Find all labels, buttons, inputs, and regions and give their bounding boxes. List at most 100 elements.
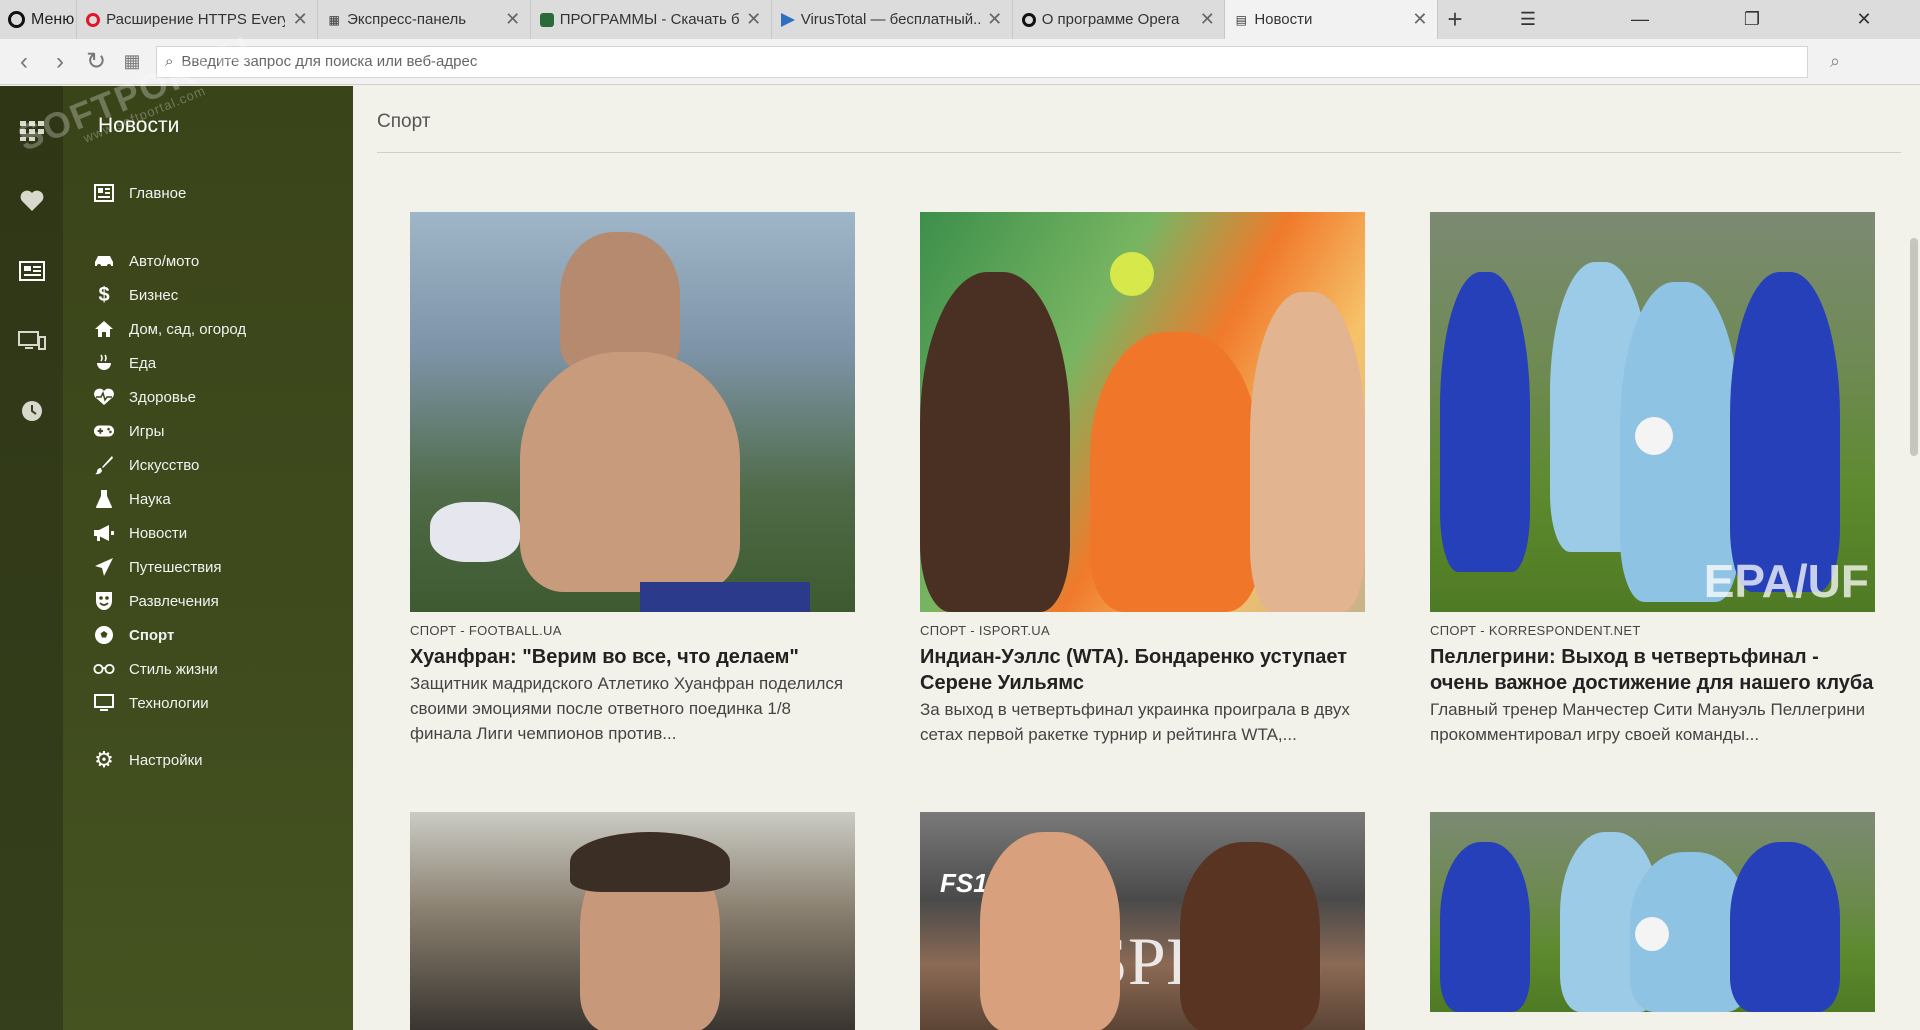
category-label: Стиль жизни xyxy=(129,660,218,678)
gear-icon: ⚙ xyxy=(94,747,114,772)
category-label: Развлечения xyxy=(129,592,219,610)
news-snippet: За выход в четвертьфинал украинка проигр… xyxy=(920,700,1350,744)
news-headline[interactable]: Индиан-Уэллс (WTA). Бондаренко уступает … xyxy=(920,644,1365,696)
url-box[interactable]: ⌕ xyxy=(156,45,1808,78)
category-food[interactable]: Еда xyxy=(93,348,343,378)
search-icon: ⌕ xyxy=(165,53,174,70)
tab-menu-icon: ☰ xyxy=(1519,9,1537,29)
devices-icon[interactable] xyxy=(17,326,47,356)
category-auto[interactable]: Авто/мото xyxy=(93,246,343,276)
opera-logo-icon xyxy=(1021,12,1037,28)
history-icon[interactable] xyxy=(17,396,47,426)
close-icon[interactable]: ✕ xyxy=(504,9,522,30)
category-label: Бизнес xyxy=(129,286,179,304)
grid-icon: ▦ xyxy=(328,12,340,27)
forward-button[interactable]: › xyxy=(42,44,78,80)
news-card[interactable] xyxy=(1430,812,1875,1012)
minimize-button[interactable]: — xyxy=(1584,0,1696,39)
new-tab-button[interactable]: + xyxy=(1436,0,1472,39)
news-card[interactable]: EPA/UF СПОРТ - KORRESPONDENT.NET Пеллегр… xyxy=(1430,212,1875,747)
settings-item[interactable]: ⚙ Настройки xyxy=(93,745,343,775)
scrollbar-thumb[interactable] xyxy=(1910,238,1918,456)
category-business[interactable]: $ Бизнес xyxy=(93,280,343,310)
tab-title: Экспресс-панель xyxy=(347,11,467,28)
address-input[interactable] xyxy=(181,53,1807,70)
category-art[interactable]: Искусство xyxy=(93,450,343,480)
tab-speed-dial[interactable]: ▦ Экспресс-панель ✕ xyxy=(317,0,530,39)
category-sport[interactable]: Спорт xyxy=(93,620,343,650)
search-icon[interactable]: ⌕ xyxy=(1830,51,1840,72)
softportal-icon xyxy=(539,12,555,28)
category-label: Дом, сад, огород xyxy=(129,320,247,338)
category-label: Наука xyxy=(129,490,171,508)
image-watermark: EPA/UF xyxy=(1703,555,1869,607)
tab-programs[interactable]: ПРОГРАММЫ - Скачать б... ✕ xyxy=(529,0,771,39)
section-divider xyxy=(377,152,1901,153)
news-card[interactable]: СПОРТ - ISPORT.UA Индиан-Уэллс (WTA). Бо… xyxy=(920,212,1365,747)
news-card[interactable] xyxy=(410,812,855,1030)
tab-https-everywhere[interactable]: Расширение HTTPS Every... ✕ xyxy=(76,0,317,39)
close-window-button[interactable]: ✕ xyxy=(1808,0,1920,39)
sidebar-strip xyxy=(0,86,63,1030)
close-icon[interactable]: ✕ xyxy=(1198,9,1216,30)
newspaper-icon: ▤ xyxy=(1235,12,1247,27)
tab-bar: Меню Расширение HTTPS Every... ✕ ▦ Экспр… xyxy=(0,0,1920,39)
close-icon[interactable]: ✕ xyxy=(986,9,1004,30)
category-label: Главное xyxy=(129,184,187,202)
category-games[interactable]: Игры xyxy=(93,416,343,446)
section-title: Спорт xyxy=(377,111,431,132)
category-lifestyle[interactable]: Стиль жизни xyxy=(93,654,343,684)
megaphone-icon xyxy=(93,522,115,544)
news-card[interactable]: СПОРТ - FOOTBALL.UA Хуанфран: "Верим во … xyxy=(410,212,855,746)
news-image-football[interactable]: EPA/UF xyxy=(1430,212,1875,612)
tab-menu-button[interactable]: ☰ xyxy=(1472,0,1584,39)
category-label: Настройки xyxy=(129,751,203,769)
tab-title: О программе Opera xyxy=(1041,11,1180,28)
news-image-tennis[interactable] xyxy=(920,212,1365,612)
restore-button[interactable]: ❐ xyxy=(1696,0,1808,39)
category-label: Игры xyxy=(129,422,165,440)
news-image-rebrov[interactable] xyxy=(410,812,855,1030)
plus-icon: + xyxy=(1447,4,1463,34)
news-image-juanfran[interactable] xyxy=(410,212,855,612)
news-image-football-2[interactable] xyxy=(1430,812,1875,1012)
news-source: СПОРТ - FOOTBALL.UA xyxy=(410,623,562,638)
gamepad-icon xyxy=(93,420,115,442)
car-icon xyxy=(93,250,115,272)
speed-dial-button[interactable]: ▦ xyxy=(114,44,150,80)
category-travel[interactable]: Путешествия xyxy=(93,552,343,582)
opera-menu-button[interactable]: Меню xyxy=(0,0,76,39)
category-home[interactable]: Дом, сад, огород xyxy=(93,314,343,344)
back-button[interactable]: ‹ xyxy=(6,44,42,80)
tab-news[interactable]: ▤ Новости ✕ xyxy=(1224,0,1437,39)
mask-icon xyxy=(93,590,115,612)
close-icon[interactable]: ✕ xyxy=(745,9,763,30)
category-entertainment[interactable]: Развлечения xyxy=(93,586,343,616)
news-snippet: Защитник мадридского Атлетико Хуанфран п… xyxy=(410,674,844,743)
food-icon xyxy=(93,352,115,374)
monitor-icon xyxy=(93,692,115,714)
tab-title: ПРОГРАММЫ - Скачать б... xyxy=(559,11,739,28)
news-image-boxing[interactable]: FS1 SPINKS xyxy=(920,812,1365,1030)
tab-about-opera[interactable]: О программе Opera ✕ xyxy=(1011,0,1225,39)
news-card[interactable]: FS1 SPINKS xyxy=(920,812,1365,1030)
category-science[interactable]: Наука xyxy=(93,484,343,514)
category-main[interactable]: Главное xyxy=(93,178,343,208)
category-health[interactable]: Здоровье xyxy=(93,382,343,412)
category-technology[interactable]: Технологии xyxy=(93,688,343,718)
news-headline[interactable]: Пеллегрини: Выход в четвертьфинал - очен… xyxy=(1430,644,1875,696)
close-icon: ✕ xyxy=(1856,9,1872,29)
restore-icon: ❐ xyxy=(1743,9,1761,29)
close-icon[interactable]: ✕ xyxy=(291,9,309,30)
news-headline[interactable]: Хуанфран: "Верим во все, что делаем" xyxy=(410,644,855,670)
category-news[interactable]: Новости xyxy=(93,518,343,548)
heart-icon[interactable] xyxy=(17,186,47,216)
news-source: СПОРТ - ISPORT.UA xyxy=(920,623,1050,638)
news-icon[interactable] xyxy=(17,256,47,286)
chevron-right-icon: › xyxy=(56,47,64,75)
dollar-icon: $ xyxy=(98,283,110,306)
tab-virustotal[interactable]: VirusTotal — бесплатный... ✕ xyxy=(770,0,1012,39)
speed-dial-icon[interactable] xyxy=(17,116,47,146)
reload-button[interactable]: ↻ xyxy=(78,44,114,80)
close-icon[interactable]: ✕ xyxy=(1411,9,1429,30)
